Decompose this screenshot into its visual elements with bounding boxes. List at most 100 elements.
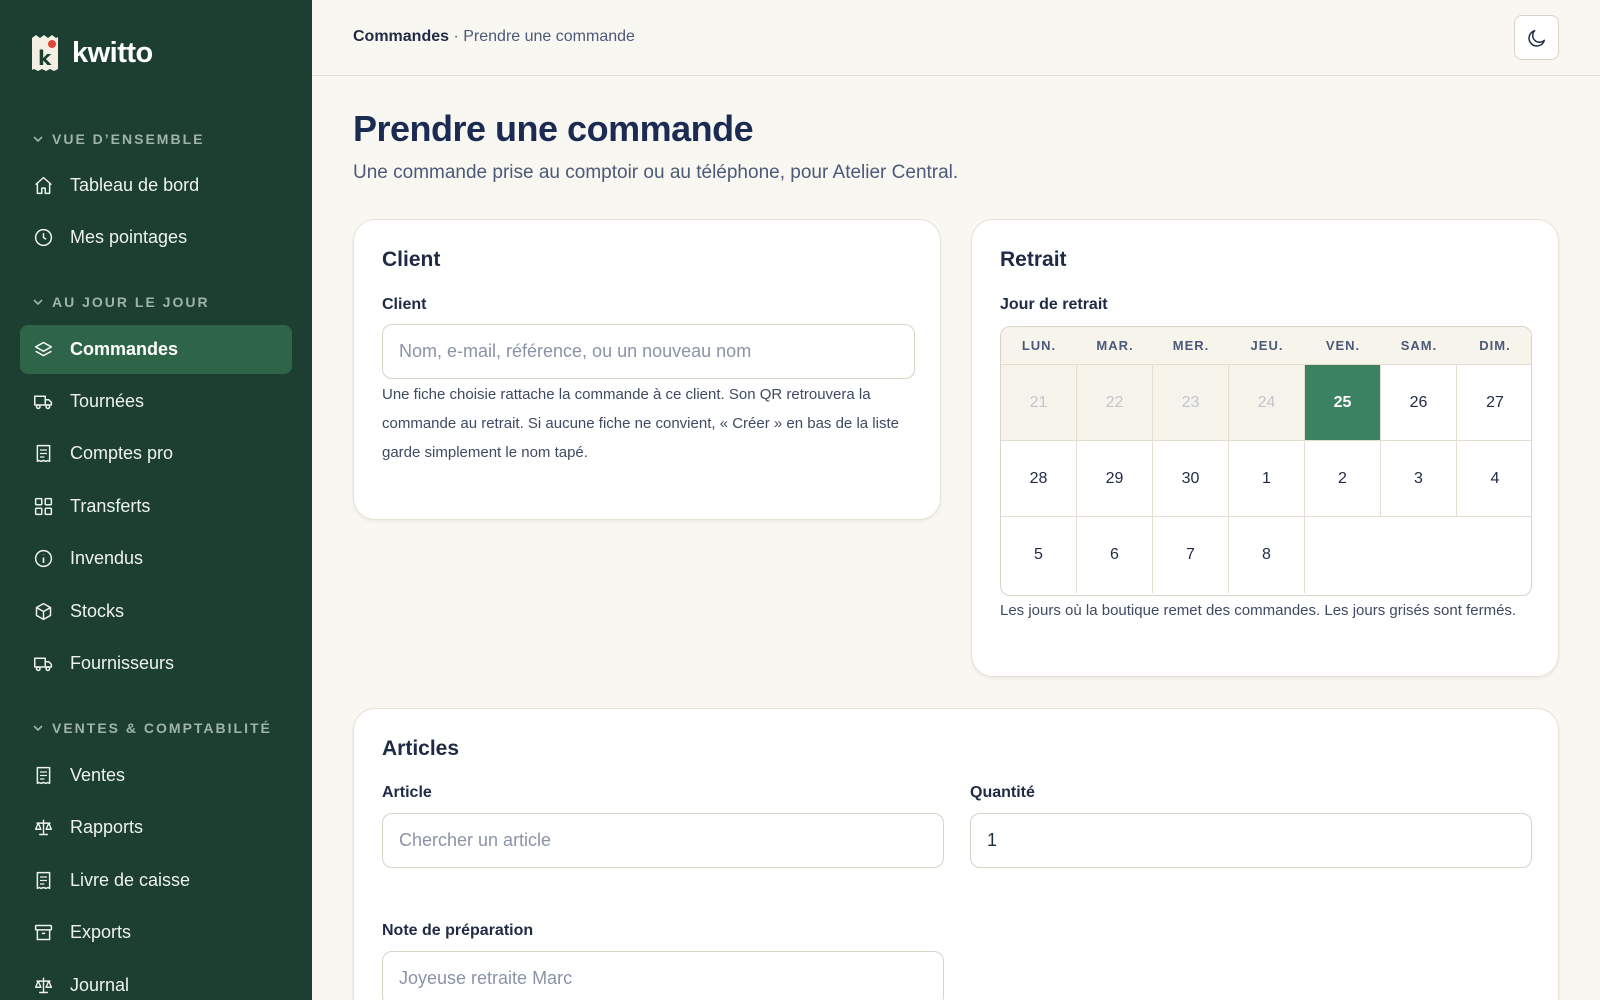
help-line: garde simplement le nom tapé.	[382, 444, 588, 461]
page-title: Prendre une commande	[353, 108, 754, 149]
box-icon	[35, 602, 52, 621]
preparation-note-input[interactable]	[382, 951, 944, 1000]
help-line: Une fiche choisie rattache la commande à…	[382, 386, 871, 403]
sidebar-item-label: Tableau de bord	[70, 175, 200, 195]
kwitto-logo-icon: k	[30, 34, 60, 72]
quantity-field-label: Quantité	[970, 784, 1035, 801]
client-help-text: Une fiche choisie rattache la commande à…	[382, 380, 922, 467]
sidebar-item-label: Fournisseurs	[70, 653, 175, 673]
receipt-icon	[36, 871, 51, 890]
chevron-down-icon	[33, 299, 43, 306]
pickup-help-text: Les jours où la boutique remet des comma…	[1000, 602, 1517, 619]
page-subtitle: Une commande prise au comptoir ou au tél…	[353, 162, 959, 183]
sidebar-item-invendus[interactable]: Invendus	[20, 534, 292, 583]
calendar-day[interactable]: 27	[1457, 365, 1531, 441]
calendar-day[interactable]: 5	[1001, 517, 1077, 593]
client-field-label: Client	[382, 296, 427, 313]
calendar-day[interactable]: 29	[1077, 441, 1153, 517]
section-title: AU JOUR LE JOUR	[52, 294, 210, 310]
top-bar: Commandes · Prendre une commande	[312, 0, 1600, 76]
sidebar-item-mes-pointages[interactable]: Mes pointages	[20, 213, 292, 262]
calendar-day[interactable]: 8	[1229, 517, 1305, 593]
sidebar-item-fournisseurs[interactable]: Fournisseurs	[20, 639, 292, 688]
article-search-input[interactable]	[382, 813, 944, 868]
sidebar-item-label: Journal	[70, 975, 130, 995]
sidebar-item-tournees[interactable]: Tournées	[20, 377, 292, 426]
sidebar-item-commandes[interactable]: Commandes	[20, 325, 292, 374]
sidebar-item-label: Commandes	[70, 339, 179, 359]
sidebar-item-label: Mes pointages	[70, 227, 188, 247]
sidebar-item-rapports[interactable]: Rapports	[20, 803, 292, 852]
clock-icon	[34, 228, 53, 247]
articles-card: Articles Article Quantité Note de prépar…	[353, 708, 1559, 1000]
layers-icon	[34, 341, 53, 357]
sidebar-item-label: Transferts	[70, 496, 151, 516]
section-ventes-comptabilite[interactable]: VENTES & COMPTABILITÉ	[32, 720, 272, 736]
calendar-day[interactable]: 4	[1457, 441, 1531, 517]
weekday-label: MAR.	[1096, 338, 1134, 353]
section-title: VENTES & COMPTABILITÉ	[52, 720, 272, 736]
grid-icon	[34, 497, 53, 516]
sidebar-item-journal[interactable]: Journal	[20, 961, 292, 1000]
weekday-label: SAM.	[1400, 338, 1438, 353]
scale-icon	[34, 977, 53, 994]
sidebar-item-label: Exports	[70, 922, 132, 942]
scale-icon	[34, 819, 53, 836]
weekday-label: LUN.	[1021, 338, 1057, 353]
brand[interactable]: k kwitto	[30, 34, 153, 72]
sidebar-item-label: Rapports	[70, 817, 144, 837]
receipt-icon	[36, 444, 51, 463]
home-icon	[35, 176, 52, 195]
calendar-day[interactable]: 2	[1305, 441, 1381, 517]
client-search-input[interactable]	[382, 324, 915, 379]
client-card: Client Client Une fiche choisie rattache…	[353, 219, 941, 520]
breadcrumb: Commandes · Prendre une commande	[353, 28, 635, 46]
brand-name: kwitto	[72, 36, 153, 69]
sidebar-item-exports[interactable]: Exports	[20, 908, 292, 957]
sidebar-item-ventes[interactable]: Ventes	[20, 751, 292, 800]
theme-toggle-button[interactable]	[1514, 15, 1559, 60]
quantity-input[interactable]	[970, 813, 1532, 868]
calendar-day[interactable]: 1	[1229, 441, 1305, 517]
calendar-day: 23	[1153, 365, 1229, 441]
help-line: commande au retrait. Si aucune fiche ne …	[382, 415, 899, 432]
sidebar-item-label: Tournées	[70, 391, 145, 411]
calendar-day-selected[interactable]: 25	[1305, 365, 1381, 441]
sidebar-item-comptes-pro[interactable]: Comptes pro	[20, 429, 292, 478]
calendar-day[interactable]: 3	[1381, 441, 1457, 517]
pickup-calendar: LUN. MAR. MER. JEU. VEN. SAM. DIM. 21 22 2…	[1000, 326, 1532, 596]
weekday-label: MER.	[1172, 338, 1210, 353]
section-vue-ensemble[interactable]: VUE D’ENSEMBLE	[32, 131, 204, 147]
moon-icon	[1527, 29, 1545, 47]
receipt-icon	[36, 766, 51, 785]
calendar-weekday-header: LUN. MAR. MER. JEU. VEN. SAM. DIM.	[1001, 327, 1531, 365]
calendar-day[interactable]: 6	[1077, 517, 1153, 593]
breadcrumb-root[interactable]: Commandes	[353, 28, 449, 45]
archive-icon	[34, 924, 53, 941]
weekday-label: JEU.	[1250, 338, 1284, 353]
calendar-day[interactable]: 7	[1153, 517, 1229, 593]
breadcrumb-current: Prendre une commande	[463, 28, 635, 45]
preparation-note-label: Note de préparation	[382, 922, 534, 939]
section-au-jour-le-jour[interactable]: AU JOUR LE JOUR	[32, 294, 210, 310]
weekday-label: VEN.	[1325, 338, 1361, 353]
calendar-day[interactable]: 30	[1153, 441, 1229, 517]
sidebar-item-label: Comptes pro	[70, 443, 174, 463]
sidebar: k kwitto VUE D’ENSEMBLE Tableau de bord …	[0, 0, 312, 1000]
logo-letter: k	[38, 46, 52, 70]
card-title: Retrait	[1000, 248, 1067, 271]
card-title: Client	[382, 248, 441, 271]
sidebar-item-transferts[interactable]: Transferts	[20, 482, 292, 531]
article-field-label: Article	[382, 784, 432, 801]
sidebar-item-livre-de-caisse[interactable]: Livre de caisse	[20, 856, 292, 905]
truck-icon	[34, 395, 53, 410]
section-title: VUE D’ENSEMBLE	[52, 131, 205, 147]
sidebar-item-tableau-de-bord[interactable]: Tableau de bord	[20, 161, 292, 210]
chevron-down-icon	[33, 725, 43, 732]
calendar-day[interactable]: 26	[1381, 365, 1457, 441]
info-icon	[34, 549, 53, 568]
calendar-days-grid: 21 22 23 24 25 26 27 28 29 30 1 2 3 4 5 6 7 8	[1001, 365, 1531, 593]
calendar-day[interactable]: 28	[1001, 441, 1077, 517]
pickup-day-label: Jour de retrait	[1000, 296, 1108, 313]
sidebar-item-stocks[interactable]: Stocks	[20, 587, 292, 636]
